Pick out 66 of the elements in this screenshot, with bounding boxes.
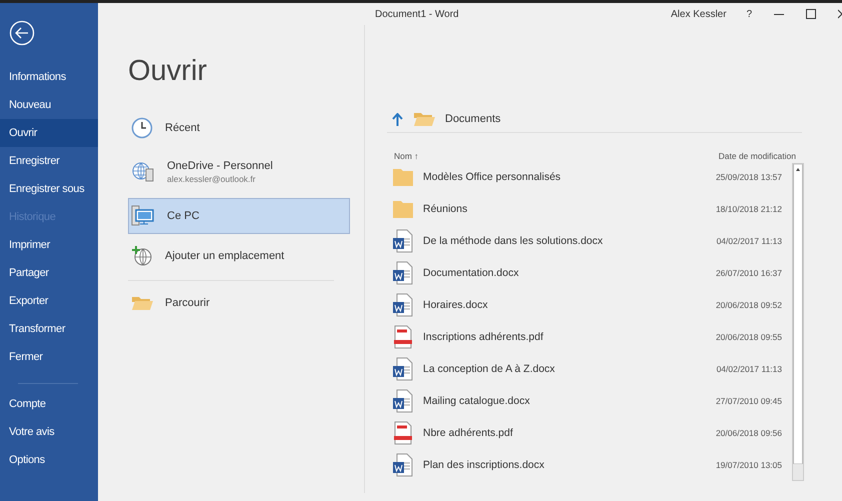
folder-icon — [131, 294, 153, 312]
sidebar-item[interactable]: Options — [0, 446, 98, 474]
folder-icon — [413, 110, 435, 128]
pdf-document-icon — [392, 325, 414, 349]
file-name[interactable]: Mailing catalogue.docx — [423, 395, 716, 407]
file-date: 20/06/2018 09:56 — [716, 428, 782, 438]
location-item[interactable]: Ajouter un emplacement — [128, 238, 350, 274]
word-document-icon — [392, 453, 414, 477]
file-name[interactable]: La conception de A à Z.docx — [423, 363, 716, 375]
folder-name: Documents — [445, 113, 501, 125]
sidebar-item[interactable]: Nouveau — [0, 91, 98, 119]
file-date: 20/06/2018 09:52 — [716, 300, 782, 310]
location-item[interactable]: Récent — [128, 110, 350, 146]
sidebar-item[interactable]: Enregistrer — [0, 147, 98, 175]
globe-server-icon — [131, 160, 155, 184]
maximize-icon[interactable] — [806, 9, 816, 19]
column-header[interactable]: Date de modification — [718, 151, 796, 161]
location-item[interactable]: Parcourir — [128, 285, 350, 321]
sidebar-item[interactable]: Imprimer — [0, 231, 98, 259]
sidebar-item[interactable]: Compte — [0, 390, 98, 418]
up-arrow-icon[interactable] — [392, 112, 403, 126]
file-name[interactable]: De la méthode dans les solutions.docx — [423, 235, 716, 247]
folder-icon — [392, 199, 414, 219]
file-date: 27/07/2010 09:45 — [716, 396, 782, 406]
page-title: Ouvrir — [128, 55, 208, 88]
word-document-icon — [392, 389, 414, 413]
file-name[interactable]: Horaires.docx — [423, 299, 716, 311]
help-button[interactable]: ? — [746, 8, 752, 20]
word-document-icon — [392, 229, 414, 253]
add-location-icon — [131, 245, 153, 267]
location-item[interactable]: OneDrive - Personnel alex.kessler@outlook.fr — [128, 150, 350, 194]
file-date: 18/10/2018 21:12 — [716, 204, 782, 214]
location-item[interactable]: Ce PC — [128, 198, 350, 234]
word-document-icon — [392, 261, 414, 285]
file-date: 04/02/2017 11:13 — [716, 236, 782, 246]
computer-icon — [131, 205, 155, 227]
word-document-icon — [392, 357, 414, 381]
pdf-document-icon — [392, 421, 414, 445]
file-name[interactable]: Documentation.docx — [423, 267, 716, 279]
close-icon[interactable] — [838, 9, 842, 19]
column-header[interactable]: Nom ↑ — [394, 151, 419, 161]
scrollbar[interactable] — [792, 163, 804, 481]
sidebar-item[interactable]: Fermer — [0, 343, 98, 371]
file-date: 26/07/2010 16:37 — [716, 268, 782, 278]
file-name[interactable]: Réunions — [423, 203, 716, 215]
folder-icon — [392, 167, 414, 187]
sidebar-item[interactable]: Informations — [0, 63, 98, 91]
file-date: 19/07/2010 13:05 — [716, 460, 782, 470]
file-date: 20/06/2018 09:55 — [716, 332, 782, 342]
file-name[interactable]: Inscriptions adhérents.pdf — [423, 331, 716, 343]
sidebar-item[interactable]: Partager — [0, 259, 98, 287]
sidebar-item[interactable]: Ouvrir — [0, 119, 98, 147]
file-date: 04/02/2017 11:13 — [716, 364, 782, 374]
word-document-icon — [392, 293, 414, 317]
sidebar-item[interactable]: Exporter — [0, 287, 98, 315]
minimize-icon[interactable] — [774, 12, 784, 16]
file-name[interactable]: Plan des inscriptions.docx — [423, 459, 716, 471]
sidebar-item[interactable]: Votre avis — [0, 418, 98, 446]
sidebar-item[interactable]: Transformer — [0, 315, 98, 343]
file-name[interactable]: Modèles Office personnalisés — [423, 171, 716, 183]
user-name: Alex Kessler — [670, 8, 726, 20]
clock-icon — [131, 117, 153, 139]
file-name[interactable]: Nbre adhérents.pdf — [423, 427, 716, 439]
sidebar-item[interactable]: Enregistrer sous — [0, 175, 98, 203]
window-title: Document1 - Word — [375, 8, 459, 20]
file-date: 25/09/2018 13:57 — [716, 172, 782, 182]
